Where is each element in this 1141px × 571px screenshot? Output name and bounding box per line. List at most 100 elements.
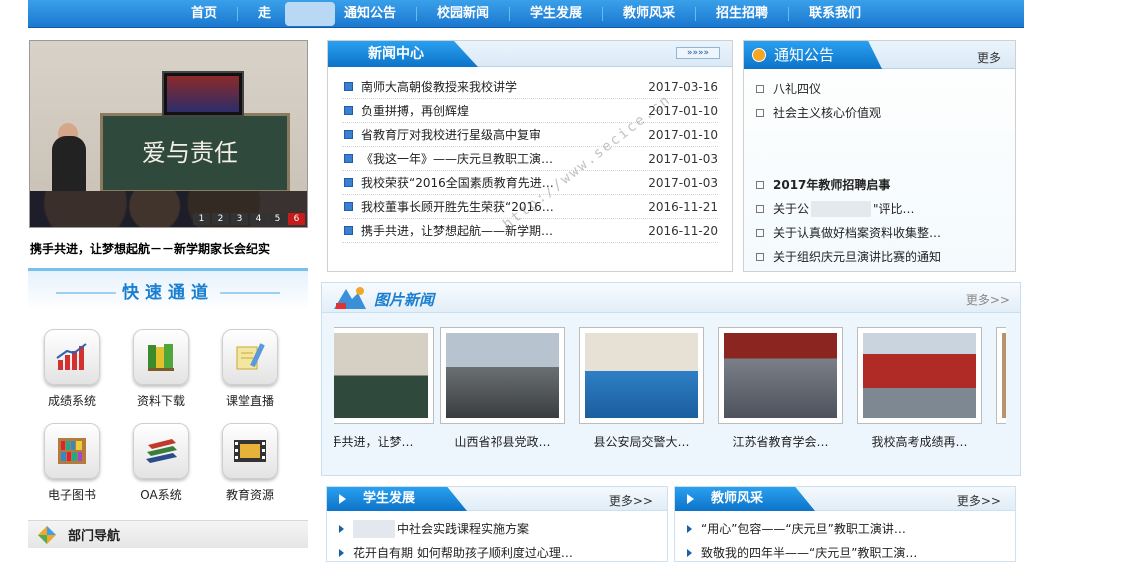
arrow-bullet-icon: [339, 525, 344, 533]
student-dev-tab: 学生发展: [327, 487, 467, 511]
photo-classroom-thumb: [334, 333, 428, 418]
quick-ebooks[interactable]: 电子图书: [33, 423, 111, 503]
notice-panel: 通知公告 更多 八礼四仪 社会主义核心价值观 2017年教师招聘启事 关于公 "评…: [743, 40, 1016, 272]
nav-campus-news[interactable]: 校园新闻: [417, 6, 510, 21]
tile-label: 课堂直播: [225, 394, 274, 408]
bullet-icon: [344, 154, 353, 163]
notebook-pen-icon: [222, 329, 278, 385]
nav-teacher-style[interactable]: 教师风采: [603, 6, 697, 21]
quick-grades-system[interactable]: 成绩系统: [33, 329, 111, 409]
notice-item[interactable]: 关于组织庆元旦演讲比赛的通知: [756, 245, 1003, 269]
picture-news-title: 图片新闻: [374, 291, 435, 309]
teacher-style-panel: 教师风采 更多>> “用心”包容——“庆元旦”教职工演讲… 致敬我的四年半——“…: [674, 486, 1016, 562]
photo-partial-thumb: [1002, 333, 1006, 418]
slide-photo: 爱与责任: [30, 41, 307, 227]
news-item[interactable]: 我校董事长顾开胜先生荣获“2016… 2016-11-21: [342, 195, 718, 219]
news-item[interactable]: 《我这一年》——庆元旦教职工演… 2017-01-03: [342, 147, 718, 171]
student-dev-item[interactable]: 中社会实践课程实施方案: [339, 517, 655, 541]
quick-oa-system[interactable]: OA系统: [122, 423, 200, 503]
nav-notices[interactable]: 通知公告: [324, 6, 417, 21]
picture-news-item[interactable]: 江苏省教育学会…: [718, 327, 843, 450]
news-item[interactable]: 南师大高朝俊教授来我校讲学 2017-03-16: [342, 75, 718, 99]
picture-news-item[interactable]: 我校高考成绩再…: [857, 327, 982, 450]
bullet-icon: [344, 130, 353, 139]
diamond-icon: [38, 525, 56, 544]
student-dev-more-link[interactable]: 更多>>: [609, 492, 653, 509]
slideshow[interactable]: 爱与责任 1 2 3 4 5 6: [29, 40, 308, 228]
notice-item[interactable]: 关于认真做好档案资料收集整…: [756, 221, 1003, 245]
photo-outdoor-group-thumb: [446, 333, 559, 418]
teacher-style-item[interactable]: “用心”包容——“庆元旦”教职工演讲…: [687, 517, 1003, 541]
slide-page-5[interactable]: 5: [269, 213, 286, 225]
checkbox-bullet-icon: [756, 229, 764, 237]
tile-label: 成绩系统: [47, 394, 96, 408]
play-icon: [687, 494, 694, 504]
picture-news-icon: [332, 285, 368, 314]
tv-screen: [167, 76, 239, 112]
slide-page-6[interactable]: 6: [288, 213, 305, 225]
nav-contact[interactable]: 联系我们: [789, 6, 881, 21]
bullet-icon: [344, 202, 353, 211]
quick-downloads[interactable]: 资料下载: [122, 329, 200, 409]
redaction-mask: [811, 201, 872, 217]
picture-news-item-partial[interactable]: [996, 327, 1006, 424]
nav-recruitment[interactable]: 招生招聘: [696, 6, 790, 21]
bookshelf-icon: [44, 423, 100, 479]
checkbox-bullet-icon: [756, 253, 764, 261]
slide-page-2[interactable]: 2: [212, 213, 229, 225]
news-center-panel: 新闻中心 »»»» 南师大高朝俊教授来我校讲学 2017-03-16 负重拼搏，再…: [327, 40, 733, 272]
top-nav: 首页 走 通知公告 校园新闻 学生发展 教师风采 招生招聘 联系我们: [28, 0, 1024, 28]
news-item[interactable]: 我校荣获“2016全国素质教育先进… 2017-01-03: [342, 171, 718, 195]
photo-led-banner-thumb: [863, 333, 976, 418]
notice-item[interactable]: 八礼四仪: [756, 77, 1003, 101]
quick-access-panel: 快速通道 成绩系统 资料下载 课堂直播 电子图书 OA系统 教育资源: [28, 268, 308, 511]
nav-home[interactable]: 首页: [171, 6, 238, 21]
bullet-icon: [344, 106, 353, 115]
notice-spacer: [756, 125, 1003, 149]
quick-live-class[interactable]: 课堂直播: [211, 329, 289, 409]
slide-page-4[interactable]: 4: [250, 213, 267, 225]
teacher-style-tab: 教师风采: [675, 487, 815, 511]
photo-auditorium-thumb: [724, 333, 837, 418]
student-dev-item[interactable]: 花开自有期 如何帮助孩子顺利度过心理…: [339, 541, 655, 565]
department-nav[interactable]: 部门导航: [28, 520, 308, 548]
quick-access-title: 快速通道: [28, 271, 308, 315]
news-item[interactable]: 省教育厅对我校进行星级高中复审 2017-01-10: [342, 123, 718, 147]
notice-more-link[interactable]: 更多: [977, 49, 1001, 66]
play-icon: [339, 494, 346, 504]
checkbox-bullet-icon: [756, 205, 764, 213]
tile-label: 教育资源: [225, 488, 274, 502]
notice-item[interactable]: 关于公 "评比…: [756, 197, 1003, 221]
tile-label: OA系统: [140, 488, 182, 502]
picture-strip: 手共进，让梦… 山西省祁县党政… 县公安局交警大… 江苏省教育学会… 我校高考成…: [334, 327, 1006, 463]
slide-caption[interactable]: 携手共进，让梦想起航－－新学期家长会纪实: [30, 240, 308, 257]
notice-item[interactable]: 2017年教师招聘启事: [756, 173, 1003, 197]
picture-news-item[interactable]: 县公安局交警大…: [579, 327, 704, 450]
arrow-bullet-icon: [687, 549, 692, 557]
slide-page-1[interactable]: 1: [193, 213, 210, 225]
checkbox-bullet-icon: [756, 181, 764, 189]
nav-student-dev[interactable]: 学生发展: [510, 6, 604, 21]
news-item[interactable]: 负重拼搏，再创辉煌 2017-01-10: [342, 99, 718, 123]
notice-item[interactable]: 社会主义核心价值观: [756, 101, 1003, 125]
department-nav-title: 部门导航: [68, 529, 121, 544]
checkbox-bullet-icon: [756, 85, 764, 93]
picture-news-more-link[interactable]: 更多>>: [966, 291, 1010, 308]
stacked-books-icon: [133, 423, 189, 479]
board-text: 爱与责任: [142, 139, 238, 167]
news-center-more-button[interactable]: »»»»: [676, 47, 720, 59]
teacher-style-item[interactable]: 致敬我的四年半——“庆元旦”教职工演…: [687, 541, 1003, 565]
news-center-title: 新闻中心: [328, 41, 478, 67]
news-item[interactable]: 携手共进，让梦想起航——新学期… 2016-11-20: [342, 219, 718, 243]
arrow-bullet-icon: [687, 525, 692, 533]
slide-pager: 1 2 3 4 5 6: [193, 213, 305, 225]
picture-news-item[interactable]: 手共进，让梦…: [334, 327, 434, 450]
quick-edu-resources[interactable]: 教育资源: [211, 423, 289, 503]
picture-news-item[interactable]: 山西省祁县党政…: [440, 327, 565, 450]
circle-arrow-icon: [752, 48, 766, 62]
photo-classroom-students-thumb: [585, 333, 698, 418]
slide-page-3[interactable]: 3: [231, 213, 248, 225]
teacher-style-more-link[interactable]: 更多>>: [957, 492, 1001, 509]
redaction-mask: [285, 2, 335, 26]
bullet-icon: [344, 178, 353, 187]
